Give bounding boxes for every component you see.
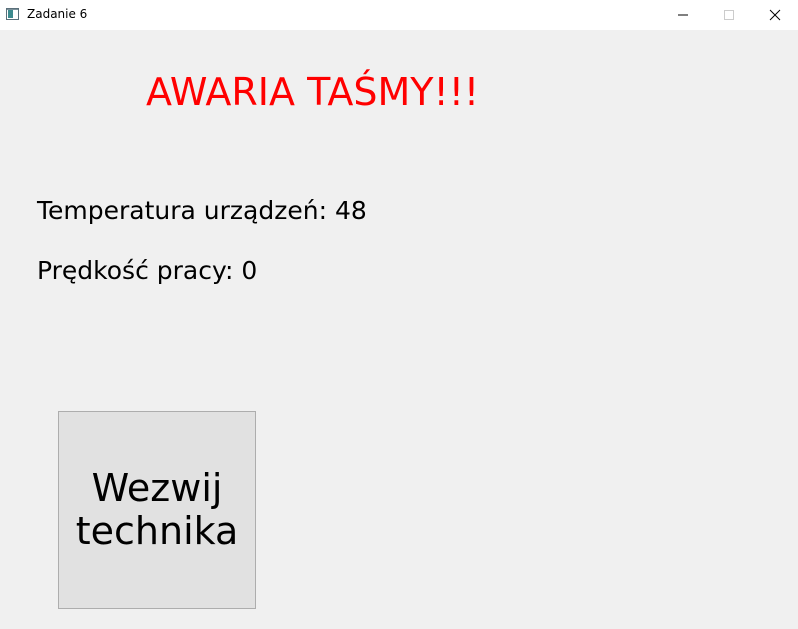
- app-window: Zadanie 6 AWARIA TAŚMY!!! Temperatura ur…: [0, 0, 798, 629]
- minimize-button[interactable]: [660, 0, 706, 30]
- close-icon: [769, 9, 781, 21]
- temperature-label: Temperatura urządzeń: 48: [37, 196, 367, 225]
- belt-failure-alert: AWARIA TAŚMY!!!: [146, 70, 480, 114]
- minimize-icon: [678, 14, 688, 16]
- speed-label: Prędkość pracy: 0: [37, 256, 258, 285]
- maximize-button[interactable]: [706, 0, 752, 30]
- app-window-icon: [6, 8, 19, 20]
- title-bar[interactable]: Zadanie 6: [0, 0, 798, 30]
- call-technician-button[interactable]: Wezwij technika: [58, 411, 256, 609]
- close-button[interactable]: [752, 0, 798, 30]
- call-technician-label: Wezwij technika: [75, 466, 239, 553]
- window-title: Zadanie 6: [27, 7, 88, 21]
- maximize-icon: [724, 10, 734, 20]
